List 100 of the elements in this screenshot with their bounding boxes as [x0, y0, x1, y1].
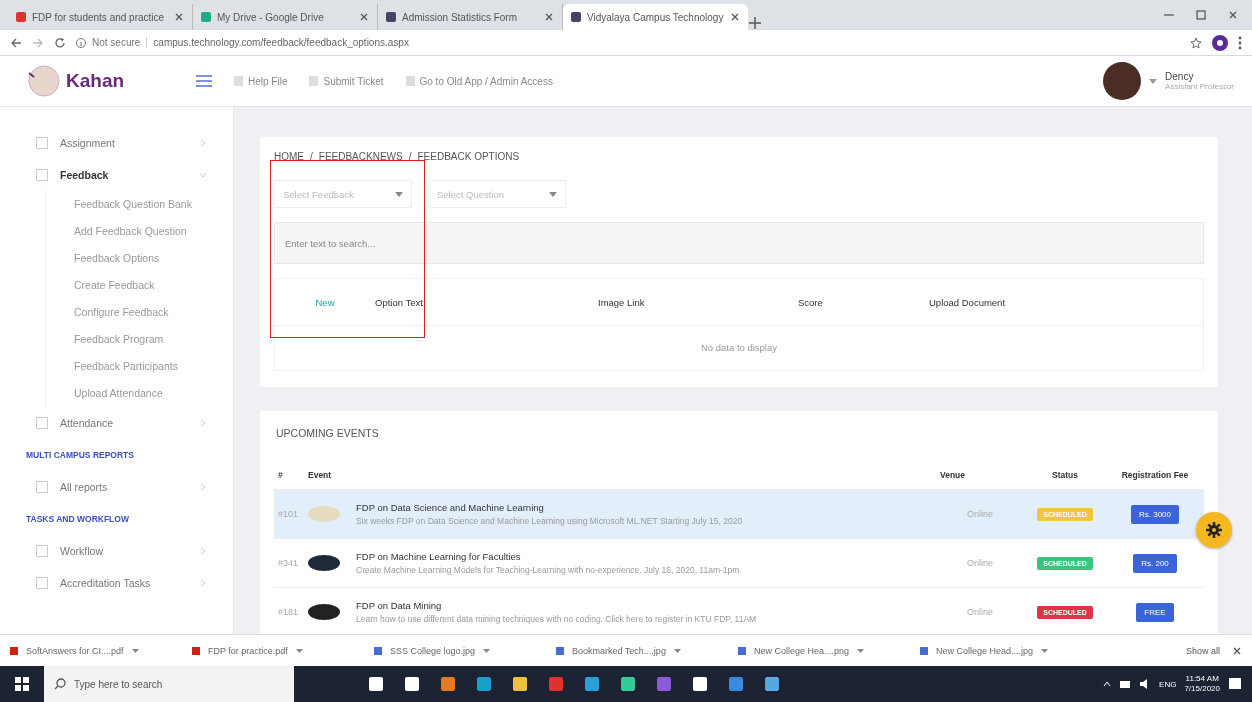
app-icon[interactable]	[764, 676, 780, 692]
event-title: FDP on Machine Learning for Faculties	[356, 551, 522, 562]
event-id: #341	[278, 558, 300, 568]
logo-icon	[26, 63, 62, 99]
fee-badge: FREE	[1136, 602, 1174, 622]
event-id: #101	[278, 509, 300, 519]
more-vertical-icon[interactable]	[1238, 35, 1242, 50]
event-venue: Online	[966, 509, 994, 519]
taskbar-search-field[interactable]: Type here to search	[44, 666, 294, 702]
caret-down-icon	[673, 648, 681, 653]
profile-icon[interactable]	[1212, 34, 1228, 51]
back-arrow-icon[interactable]	[10, 36, 22, 49]
sidebar-item[interactable]: Attendance	[0, 407, 233, 439]
sidebar-item[interactable]: Workflow	[0, 535, 233, 567]
caret-down-icon	[549, 191, 557, 197]
header-link[interactable]: Help File	[234, 75, 288, 87]
event-venue: Online	[966, 558, 994, 568]
search-field[interactable]: Enter text to search...	[274, 222, 1204, 264]
show-all-link[interactable]: Show all	[1173, 645, 1232, 656]
list-icon	[36, 417, 48, 429]
sidebar-item[interactable]: Feedback	[0, 159, 233, 191]
column-header: #	[278, 470, 284, 480]
app-icon[interactable]	[620, 676, 636, 692]
settings-icon	[1206, 522, 1222, 538]
column-header: Image Link	[598, 296, 646, 308]
browser-tab[interactable]: Vidyalaya Campus Technology	[563, 4, 748, 30]
header-link[interactable]: Go to Old App / Admin Access	[405, 75, 553, 87]
chevron-right-icon	[199, 419, 207, 427]
event-description: Six weeks FDP on Data Science and Machine Learning using Microsoft ML.NET Starting July 15, 2020	[356, 516, 744, 526]
event-description: Create Machine Learning Models for Teaching-Learning with no-experience. July 16, 2020, 11am-1pm	[356, 565, 741, 575]
breadcrumb-link[interactable]: FEEDBACKNEWS	[318, 151, 403, 162]
breadcrumb-separator: /	[310, 151, 313, 162]
page-icon	[571, 12, 581, 22]
url-text[interactable]: campus.technology.com/feedback/feedback_options.aspx	[153, 37, 409, 48]
menu-icon[interactable]	[196, 75, 212, 87]
event-venue: Online	[966, 607, 994, 617]
app-icon[interactable]	[368, 676, 384, 692]
security-label: Not secure	[92, 37, 148, 48]
app-icon[interactable]	[404, 676, 420, 692]
app-icon[interactable]	[692, 676, 708, 692]
header-link[interactable]: Submit Ticket	[309, 75, 384, 87]
close-icon[interactable]	[544, 12, 554, 22]
clock-date[interactable]: 7/15/2020	[1184, 684, 1220, 695]
close-icon[interactable]	[359, 12, 369, 22]
sidebar-item[interactable]: Accreditation Tasks	[0, 567, 233, 599]
caret-down-icon	[483, 648, 491, 653]
column-header: Score	[798, 296, 824, 308]
settings-button[interactable]	[1196, 512, 1232, 548]
fee-badge: Rs. 200	[1133, 553, 1177, 573]
avatar-icon	[1103, 62, 1142, 100]
star-icon[interactable]	[1190, 36, 1202, 49]
file-icon	[10, 646, 18, 655]
restore-icon[interactable]	[1196, 10, 1206, 20]
column-header: Option Text	[375, 296, 424, 308]
app-icon[interactable]	[512, 676, 528, 692]
page-icon	[16, 12, 26, 22]
close-icon[interactable]	[730, 12, 740, 22]
event-title: FDP on Data Science and Machine Learning	[356, 502, 545, 513]
plus-icon[interactable]	[748, 16, 762, 30]
file-icon	[374, 646, 382, 655]
column-header: Upload Document	[929, 296, 1007, 308]
breadcrumb-link[interactable]: FEEDBACK OPTIONS	[417, 151, 520, 162]
thumbnail-placeholder	[308, 506, 340, 522]
download-item[interactable]: FDP for practice.pdf	[192, 645, 374, 656]
new-link[interactable]: New	[275, 296, 375, 308]
close-icon[interactable]	[1232, 645, 1242, 656]
list-icon	[36, 137, 48, 149]
sidebar-item[interactable]: Assignment	[0, 127, 233, 159]
file-icon	[738, 646, 746, 655]
sidebar-item[interactable]: All reports	[0, 471, 233, 503]
list-icon	[36, 577, 48, 589]
event-title: FDP on Data Mining	[356, 600, 443, 611]
close-icon[interactable]	[174, 12, 184, 22]
caret-down-icon	[857, 648, 865, 653]
close-icon[interactable]	[1228, 10, 1238, 20]
chevron-right-icon	[199, 139, 207, 147]
chevron-up-icon[interactable]	[1103, 681, 1112, 687]
page-icon	[386, 12, 396, 22]
column-header: Venue	[940, 470, 967, 480]
download-item[interactable]: New College Hea....png	[738, 645, 920, 656]
caret-down-icon[interactable]	[1149, 78, 1158, 84]
file-icon	[192, 646, 200, 655]
caret-down-icon	[1041, 648, 1049, 653]
download-item[interactable]: Bookmarked Tech....jpg	[556, 645, 738, 656]
download-item[interactable]: New College Head....jpg	[920, 645, 1102, 656]
page-icon	[201, 12, 211, 22]
logo-text: Kahan	[66, 70, 125, 92]
breadcrumb-link[interactable]: HOME	[274, 151, 304, 162]
info-icon	[76, 37, 86, 48]
caret-down-icon	[395, 191, 403, 197]
download-item[interactable]: SSS College logo.jpg	[374, 645, 556, 656]
language-indicator[interactable]: ENG	[1159, 679, 1177, 689]
windows-icon[interactable]	[15, 677, 29, 691]
reload-icon[interactable]	[54, 36, 66, 49]
event-id: #181	[278, 607, 300, 617]
download-item[interactable]: SoftAnswers for CI....pdf	[10, 645, 192, 656]
fee-badge: Rs. 3000	[1131, 504, 1179, 524]
chevron-right-icon	[199, 547, 207, 555]
section-heading: TASKS AND WORKFLOW	[25, 513, 130, 526]
clock-time[interactable]: 11:54 AM	[1184, 673, 1220, 684]
